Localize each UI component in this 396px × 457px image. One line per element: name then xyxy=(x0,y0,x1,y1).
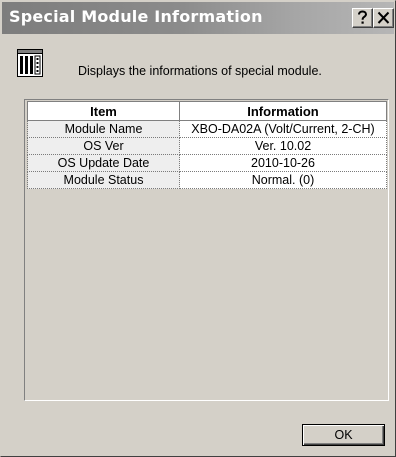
column-header-information[interactable]: Information xyxy=(179,101,387,121)
table-row[interactable]: Module Name XBO-DA02A (Volt/Current, 2-C… xyxy=(27,120,387,138)
dialog-title: Special Module Information xyxy=(9,7,263,26)
close-button[interactable] xyxy=(373,8,394,28)
table-row[interactable]: OS Update Date 2010-10-26 xyxy=(27,154,387,172)
row-info-value: Normal. (0) xyxy=(179,171,387,189)
close-x-icon xyxy=(377,11,390,24)
special-module-info-dialog: Special Module Information Displays the … xyxy=(0,0,396,457)
table-row[interactable]: Module Status Normal. (0) xyxy=(27,171,387,189)
row-info-value: Ver. 10.02 xyxy=(179,137,387,155)
title-bar[interactable]: Special Module Information xyxy=(2,2,394,34)
row-item-label: Module Status xyxy=(27,171,180,189)
table-row[interactable]: OS Ver Ver. 10.02 xyxy=(27,137,387,155)
row-item-label: OS Update Date xyxy=(27,154,180,172)
description-text: Displays the informations of special mod… xyxy=(78,64,322,78)
help-button[interactable] xyxy=(352,8,373,28)
dialog-header: Displays the informations of special mod… xyxy=(2,34,394,92)
special-module-icon xyxy=(17,49,43,81)
module-info-list[interactable]: Item Information Module Name XBO-DA02A (… xyxy=(24,99,389,401)
row-info-value: XBO-DA02A (Volt/Current, 2-CH) xyxy=(179,120,387,138)
row-item-label: OS Ver xyxy=(27,137,180,155)
row-info-value: 2010-10-26 xyxy=(179,154,387,172)
row-item-label: Module Name xyxy=(27,120,180,138)
help-question-icon xyxy=(358,10,368,24)
ok-button[interactable]: OK xyxy=(302,424,385,446)
info-table: Item Information Module Name XBO-DA02A (… xyxy=(27,101,387,189)
table-header-row: Item Information xyxy=(27,101,387,121)
column-header-item[interactable]: Item xyxy=(27,101,180,121)
